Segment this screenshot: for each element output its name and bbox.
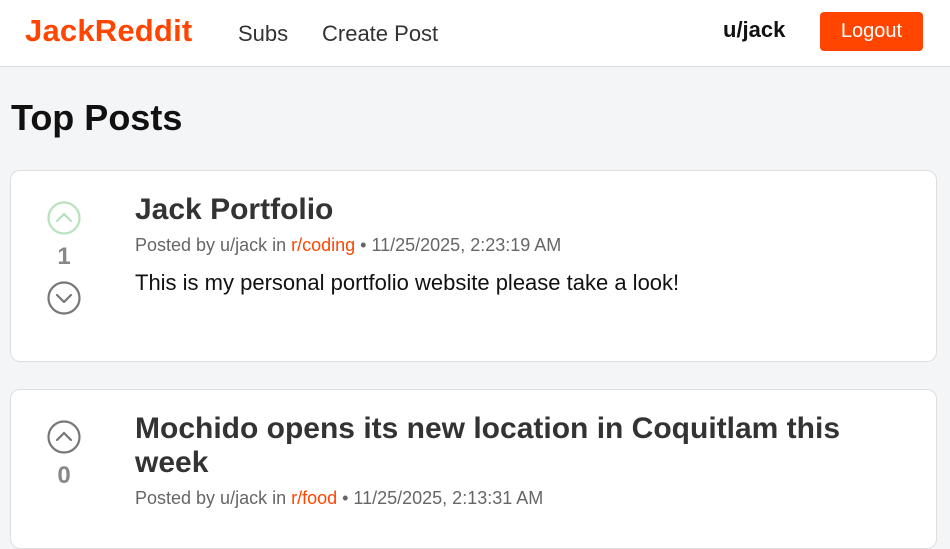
post-content: This is my personal portfolio website pl… bbox=[135, 270, 680, 295]
post-body: Jack Portfolio Posted by u/jack in r/cod… bbox=[135, 193, 895, 296]
nav-link-subs[interactable]: Subs bbox=[238, 21, 288, 47]
logout-button[interactable]: Logout bbox=[820, 12, 923, 51]
subreddit-link[interactable]: r/food bbox=[291, 488, 337, 508]
upvote-icon[interactable] bbox=[47, 420, 81, 454]
page-title: Top Posts bbox=[11, 97, 183, 138]
post-card: 0 Mochido opens its new location in Coqu… bbox=[10, 389, 937, 549]
vote-column: 1 bbox=[46, 201, 82, 315]
post-body: Mochido opens its new location in Coquit… bbox=[135, 412, 895, 509]
post-meta-author: Posted by u/jack in bbox=[135, 488, 292, 508]
post-title[interactable]: Mochido opens its new location in Coquit… bbox=[135, 412, 895, 480]
post-card: 1 Jack Portfolio Posted by u/jack in r/c… bbox=[10, 170, 937, 362]
post-meta-author: Posted by u/jack in bbox=[135, 235, 292, 255]
upvote-icon[interactable] bbox=[47, 201, 81, 235]
post-meta-timestamp: • 11/25/2025, 2:13:31 AM bbox=[337, 488, 544, 508]
downvote-icon[interactable] bbox=[47, 281, 81, 315]
post-meta-timestamp: • 11/25/2025, 2:23:19 AM bbox=[355, 235, 562, 255]
nav-link-create-post[interactable]: Create Post bbox=[322, 21, 438, 47]
subreddit-link[interactable]: r/coding bbox=[291, 235, 355, 255]
navbar: JackReddit Subs Create Post u/jack Logou… bbox=[0, 0, 950, 67]
post-title[interactable]: Jack Portfolio bbox=[135, 193, 895, 227]
post-meta: Posted by u/jack in r/coding • 11/25/202… bbox=[135, 235, 895, 256]
vote-score: 0 bbox=[57, 462, 71, 489]
vote-score: 1 bbox=[57, 243, 71, 270]
current-username: u/jack bbox=[723, 17, 786, 42]
post-meta: Posted by u/jack in r/food • 11/25/2025,… bbox=[135, 488, 895, 509]
brand-logo[interactable]: JackReddit bbox=[25, 13, 192, 49]
vote-column: 0 bbox=[46, 420, 82, 500]
